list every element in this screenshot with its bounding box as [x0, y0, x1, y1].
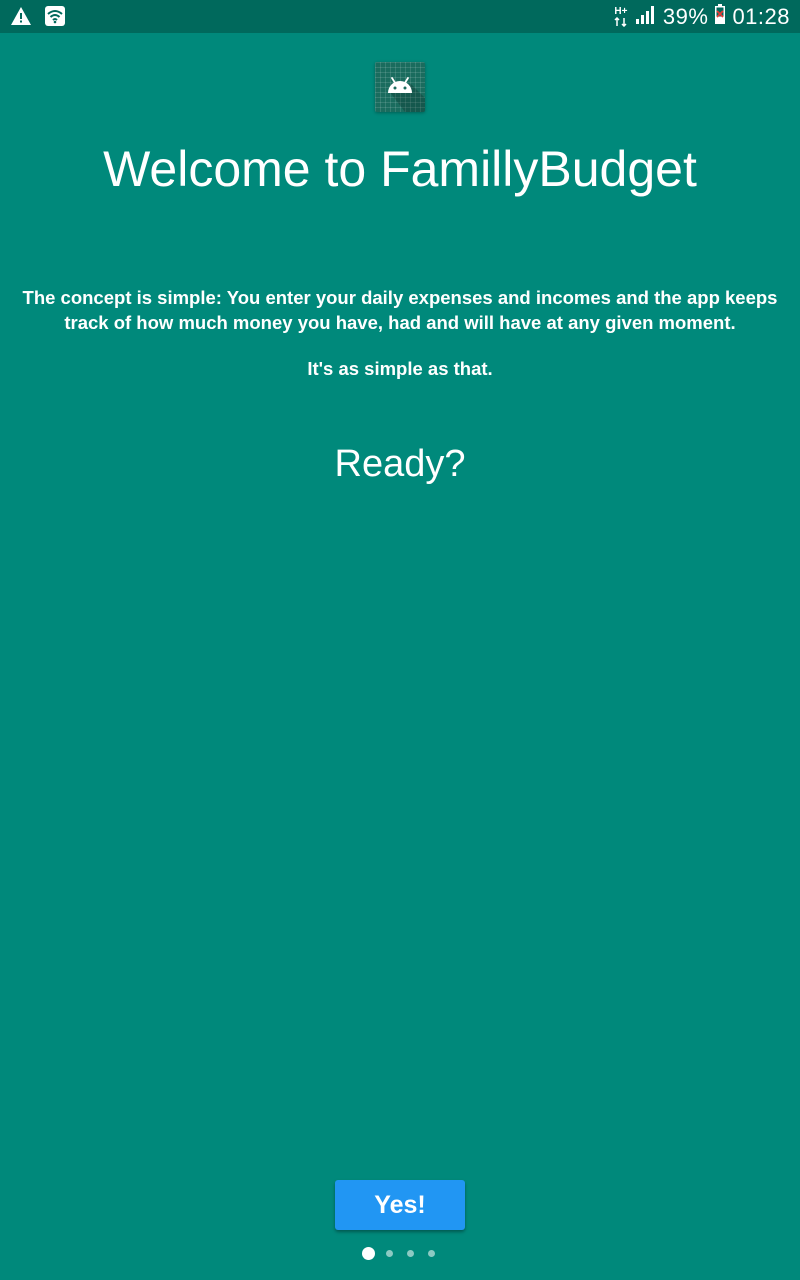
- network-data-icon: H+: [613, 5, 629, 27]
- page-indicator: [0, 1246, 800, 1260]
- battery-percent: 39%: [662, 3, 709, 29]
- status-bar-right: H+ 39% 01:28: [613, 0, 790, 33]
- battery-icon: [714, 3, 726, 30]
- status-time: 01:28: [732, 3, 790, 29]
- status-bar-left: [10, 5, 66, 32]
- welcome-title: Welcome to FamillyBudget: [103, 141, 697, 197]
- status-bar: H+ 39% 01:28: [0, 0, 800, 33]
- page-dot[interactable]: [427, 1249, 435, 1257]
- page-dot-active[interactable]: [361, 1246, 375, 1260]
- signal-icon: [635, 3, 657, 30]
- ready-heading: Ready?: [334, 443, 466, 485]
- warning-icon: [10, 6, 32, 31]
- concept-description: The concept is simple: You enter your da…: [22, 287, 778, 333]
- yes-button[interactable]: Yes!: [335, 1180, 465, 1230]
- network-type-label: H+: [614, 5, 628, 17]
- page-dot[interactable]: [385, 1249, 393, 1257]
- simple-tagline: It's as simple as that.: [307, 358, 493, 379]
- android-icon: [375, 62, 425, 112]
- wifi-icon: [44, 5, 66, 32]
- page-dot[interactable]: [406, 1249, 414, 1257]
